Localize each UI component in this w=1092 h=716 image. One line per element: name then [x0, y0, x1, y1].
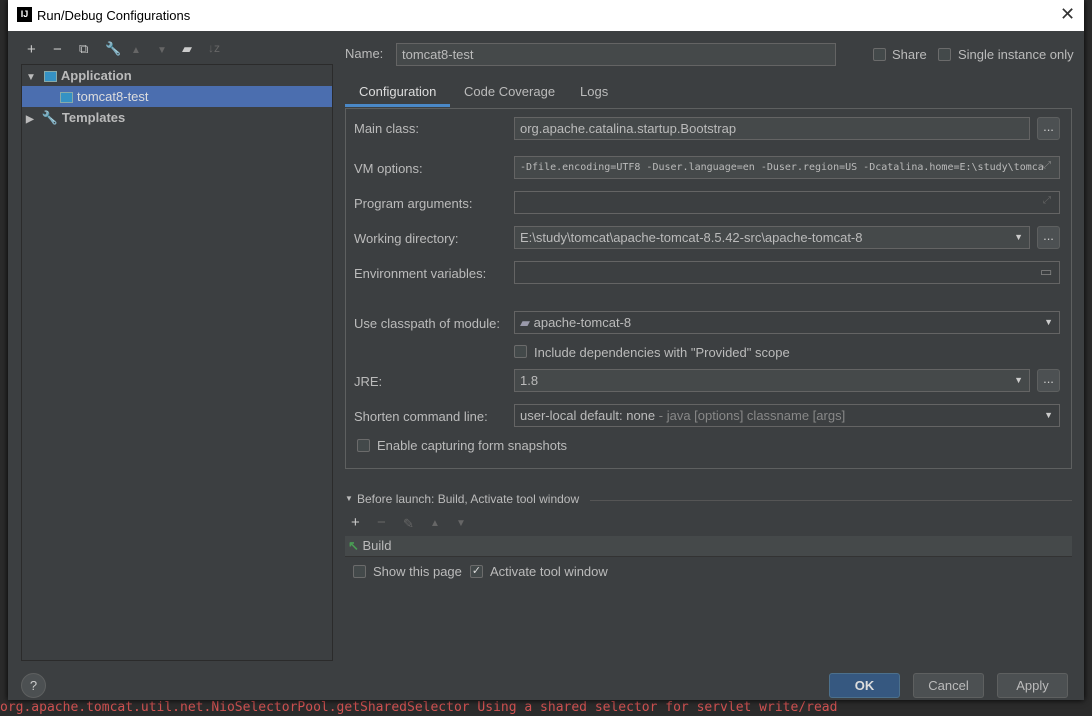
plus-icon[interactable]: + [27, 41, 36, 58]
window-title: Run/Debug Configurations [37, 8, 191, 23]
module-folder-icon: ▰ [520, 315, 534, 330]
sort-icon[interactable]: ↓z [208, 41, 220, 55]
minus-icon[interactable]: − [377, 514, 386, 531]
copy-icon[interactable]: ⧉ [79, 41, 88, 57]
cancel-button[interactable]: Cancel [913, 673, 984, 698]
hammer-icon: ↖ [348, 538, 363, 553]
program-arguments-input[interactable] [514, 191, 1060, 214]
main-class-browse-button[interactable]: ... [1037, 117, 1060, 140]
working-directory-value: E:\study\tomcat\apache-tomcat-8.5.42-src… [520, 230, 863, 245]
folder-icon[interactable]: ▭ [1040, 264, 1052, 280]
wrench-icon[interactable]: 🔧 [105, 41, 121, 57]
name-label: Name: [345, 46, 384, 61]
working-directory-input[interactable]: E:\study\tomcat\apache-tomcat-8.5.42-src… [514, 226, 1030, 249]
application-icon [60, 92, 73, 104]
apply-button[interactable]: Apply [997, 673, 1068, 698]
minus-icon[interactable]: − [53, 41, 62, 58]
classpath-module-label: Use classpath of module: [354, 316, 500, 331]
background-console-log: org.apache.tomcat.util.net.NioSelectorPo… [0, 700, 838, 715]
activate-tool-window-label: Activate tool window [490, 564, 608, 579]
tree-item-tomcat8-test[interactable]: tomcat8-test [22, 86, 332, 107]
close-icon[interactable]: ✕ [1060, 4, 1075, 25]
intellij-logo-icon: IJ [17, 7, 32, 22]
arrow-down-icon[interactable]: ▼ [456, 518, 466, 529]
vm-options-label: VM options: [354, 161, 423, 176]
include-dependencies-label: Include dependencies with "Provided" sco… [534, 345, 790, 360]
single-instance-checkbox[interactable] [938, 48, 951, 61]
plus-icon[interactable]: + [351, 514, 360, 531]
before-launch-title[interactable]: Before launch: Build, Activate tool wind… [357, 492, 579, 506]
ok-button[interactable]: OK [829, 673, 900, 698]
single-instance-label: Single instance only [958, 47, 1074, 62]
jre-input[interactable]: 1.8 ▼ [514, 369, 1030, 392]
tab-configuration[interactable]: Configuration [359, 84, 436, 99]
show-this-page-label: Show this page [373, 564, 462, 579]
arrow-up-icon[interactable]: ▲ [430, 518, 440, 529]
run-debug-dialog: IJ Run/Debug Configurations ✕ + − ⧉ 🔧 ▲ … [8, 0, 1084, 700]
separator [590, 500, 1072, 501]
classpath-module-select[interactable]: ▰ apache-tomcat-8 ▼ [514, 311, 1060, 334]
shorten-command-line-select[interactable]: user-local default: none - java [options… [514, 404, 1060, 427]
arrow-up-icon[interactable]: ▲ [131, 45, 141, 56]
before-launch-item-build[interactable]: ↖ Build [345, 536, 1072, 557]
name-input[interactable]: tomcat8-test [396, 43, 836, 66]
shorten-command-line-label: Shorten command line: [354, 409, 488, 424]
working-directory-label: Working directory: [354, 231, 459, 246]
activate-tool-window-checkbox[interactable]: ✓ [470, 565, 483, 578]
application-icon [43, 71, 57, 83]
enable-snapshots-label: Enable capturing form snapshots [377, 438, 568, 453]
tab-logs[interactable]: Logs [580, 84, 608, 99]
environment-variables-input[interactable] [514, 261, 1060, 284]
arrow-down-icon[interactable]: ▼ [157, 45, 167, 56]
chevron-down-icon: ▼ [1044, 410, 1053, 420]
expand-icon[interactable]: ⤢ [1043, 160, 1051, 171]
shorten-value: user-local default: none [520, 408, 656, 423]
tree-item-label: Templates [61, 110, 126, 125]
tree-item-templates[interactable]: ▶ 🔧 Templates [22, 107, 332, 128]
include-dependencies-checkbox[interactable] [514, 345, 527, 358]
classpath-module-value: apache-tomcat-8 [533, 315, 632, 330]
tree-item-label: Application [60, 68, 132, 83]
configuration-tree: ▼ Application tomcat8-test ▶ 🔧 Templates [21, 64, 333, 661]
tab-code-coverage[interactable]: Code Coverage [464, 84, 555, 99]
chevron-down-icon: ▼ [1044, 317, 1053, 327]
tree-item-application[interactable]: ▼ Application [22, 65, 332, 86]
active-tab-indicator [345, 104, 450, 107]
main-class-label: Main class: [354, 121, 420, 136]
expand-icon[interactable]: ⤢ [1043, 195, 1051, 206]
enable-snapshots-checkbox[interactable] [357, 439, 370, 452]
jre-browse-button[interactable]: ... [1037, 369, 1060, 392]
wrench-icon: 🔧 [41, 110, 58, 125]
environment-variables-label: Environment variables: [354, 266, 487, 281]
jre-label: JRE: [354, 374, 383, 389]
title-bar: IJ Run/Debug Configurations ✕ [8, 0, 1084, 31]
main-class-input[interactable]: org.apache.catalina.startup.Bootstrap [514, 117, 1030, 140]
help-button[interactable]: ? [21, 673, 46, 698]
edit-icon[interactable]: ✎ [403, 516, 414, 532]
jre-value: 1.8 [520, 373, 539, 388]
show-this-page-checkbox[interactable] [353, 565, 366, 578]
chevron-down-icon[interactable]: ▼ [1014, 370, 1023, 391]
program-arguments-label: Program arguments: [354, 196, 473, 211]
collapse-arrow-icon[interactable]: ▼ [345, 494, 353, 503]
tree-item-label: tomcat8-test [77, 89, 149, 104]
expand-arrow-icon: ▼ [26, 72, 36, 83]
share-label: Share [892, 47, 927, 62]
before-launch-item-label: Build [362, 538, 392, 553]
folder-add-icon[interactable]: ▰ [182, 41, 192, 57]
vm-options-input[interactable]: -Dfile.encoding=UTF8 -Duser.language=en … [514, 156, 1060, 179]
working-directory-browse-button[interactable]: ... [1037, 226, 1060, 249]
chevron-down-icon[interactable]: ▼ [1014, 227, 1023, 248]
collapse-arrow-icon: ▶ [26, 114, 34, 125]
share-checkbox[interactable] [873, 48, 886, 61]
shorten-hint: - java [options] classname [args] [655, 408, 846, 423]
